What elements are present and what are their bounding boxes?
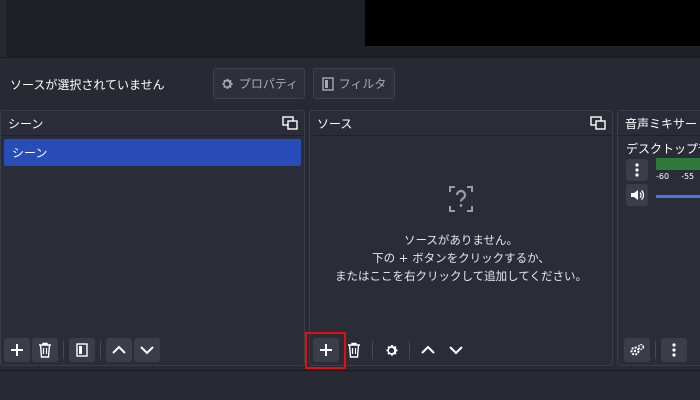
- plus-icon: [11, 344, 23, 356]
- move-source-up-button[interactable]: [415, 338, 441, 362]
- trash-icon: [39, 342, 51, 358]
- chevron-down-icon: [449, 346, 463, 355]
- add-scene-button[interactable]: [4, 338, 30, 362]
- mixer-dock-header: 音声ミキサー: [618, 111, 700, 136]
- status-bar: [0, 370, 700, 400]
- preview-edge: [0, 0, 6, 57]
- mixer-track-menu-button[interactable]: [626, 159, 648, 181]
- plus-icon: [320, 344, 332, 356]
- sources-toolbar: [310, 335, 612, 365]
- sources-dock-header: ソース: [310, 111, 612, 136]
- remove-scene-button[interactable]: [32, 338, 58, 362]
- speaker-icon: [631, 190, 644, 200]
- scene-item-label: シーン: [12, 146, 48, 160]
- toolbar-separator: [655, 341, 656, 359]
- filter-icon: [321, 76, 334, 91]
- gear-icon: [220, 77, 234, 91]
- gear-icon: [386, 344, 397, 356]
- properties-button[interactable]: プロパティ: [213, 68, 305, 99]
- move-scene-up-button[interactable]: [106, 338, 132, 362]
- preview-area: [0, 0, 700, 57]
- mixer-menu-button[interactable]: [661, 338, 687, 362]
- filter-icon: [76, 343, 88, 357]
- vertical-dots-icon: [672, 343, 676, 357]
- scenes-dock: シーン シーン: [0, 110, 305, 366]
- filters-label: フィルタ: [338, 77, 387, 91]
- scenes-dock-header: シーン: [1, 111, 304, 136]
- move-source-down-button[interactable]: [443, 338, 469, 362]
- toolbar-separator: [372, 341, 373, 359]
- add-source-button[interactable]: [313, 338, 339, 362]
- mixer-toolbar: [618, 335, 700, 365]
- sources-dock-title: ソース: [317, 116, 353, 131]
- scenes-list[interactable]: シーン: [1, 136, 304, 335]
- chevron-up-icon: [421, 345, 435, 354]
- toolbar-separator: [100, 341, 101, 359]
- meter-tick: -55: [681, 172, 695, 181]
- properties-label: プロパティ: [238, 77, 299, 91]
- meter-ticks: -60 -55: [656, 172, 700, 181]
- scene-item[interactable]: シーン: [4, 139, 301, 166]
- trash-icon: [348, 342, 360, 358]
- vertical-dots-icon: [635, 163, 639, 177]
- filters-button[interactable]: フィルタ: [313, 68, 395, 99]
- toolbar-separator: [409, 341, 410, 359]
- scene-filters-button[interactable]: [69, 338, 95, 362]
- no-source-selected-label: ソースが選択されていません: [10, 78, 165, 92]
- empty-sources-line-3: またはここを右クリックして追加してください。: [335, 269, 587, 283]
- float-dock-icon[interactable]: [282, 116, 298, 130]
- question-icon: [447, 184, 475, 217]
- move-scene-down-button[interactable]: [134, 338, 160, 362]
- sources-list[interactable]: ソースがありません。 下の + ボタンをクリックするか、 またはここを右クリック…: [310, 136, 612, 335]
- audio-mixer-dock: 音声ミキサー デスクトップ音声 -60 -55: [617, 110, 700, 366]
- empty-sources-line-2: 下の + ボタンをクリックするか、: [372, 251, 550, 265]
- empty-sources-line-1: ソースがありません。: [403, 233, 519, 247]
- scenes-toolbar: [1, 335, 304, 365]
- context-bar: ソースが選択されていません プロパティ フィルタ: [0, 57, 700, 109]
- volume-meter: [656, 158, 700, 170]
- remove-source-button[interactable]: [341, 338, 367, 362]
- mute-button[interactable]: [626, 184, 648, 206]
- advanced-audio-button[interactable]: [624, 338, 650, 362]
- mixer-dock-title: 音声ミキサー: [625, 116, 698, 131]
- volume-fader[interactable]: [656, 195, 700, 198]
- chevron-up-icon: [112, 345, 126, 354]
- float-dock-icon[interactable]: [590, 116, 606, 130]
- sources-dock: ソース ソースがありません。 下の + ボタンをクリックするか、 またはここを右…: [309, 110, 613, 366]
- source-properties-button[interactable]: [378, 338, 404, 362]
- scenes-dock-title: シーン: [8, 116, 44, 131]
- gears-icon: [630, 343, 645, 356]
- chevron-down-icon: [140, 346, 154, 355]
- toolbar-separator: [63, 341, 64, 359]
- mixer-track-name: デスクトップ音声: [626, 142, 700, 156]
- meter-tick: -60: [656, 172, 670, 181]
- sources-empty-help: ソースがありません。 下の + ボタンをクリックするか、 またはここを右クリック…: [310, 184, 612, 285]
- preview-canvas[interactable]: [365, 0, 700, 46]
- mixer-body: デスクトップ音声 -60 -55: [618, 136, 700, 335]
